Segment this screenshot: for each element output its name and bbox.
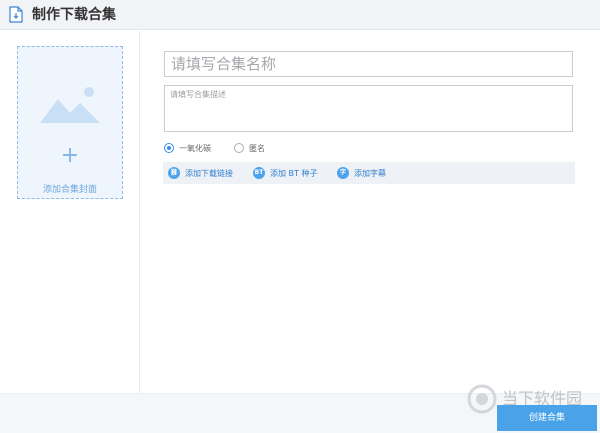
bt-icon: BT (253, 167, 265, 179)
image-placeholder-icon (40, 87, 100, 123)
create-collection-button[interactable]: 创建合集 (497, 405, 597, 431)
tool-label: 添加字幕 (354, 168, 386, 178)
collection-name-input[interactable] (164, 51, 573, 77)
radio-label: 一氧化碳 (179, 143, 211, 153)
radio-label: 匿名 (249, 143, 265, 153)
radio-unchecked-icon[interactable] (234, 143, 244, 153)
add-cover-label: 添加合集封面 (42, 185, 97, 195)
radio-option-named[interactable]: 一氧化碳 (164, 142, 211, 154)
radio-checked-icon[interactable] (164, 143, 174, 153)
tool-label: 添加下载链接 (185, 168, 233, 178)
plus-icon: + (60, 143, 80, 168)
link-icon: ⛓ (168, 167, 180, 179)
title-bar: 制作下载合集 (0, 0, 600, 30)
add-content-toolbar: ⛓ 添加下载链接 BT 添加 BT 种子 字 添加字幕 (163, 162, 575, 184)
add-cover-button[interactable]: + 添加合集封面 (17, 46, 123, 199)
page-title: 制作下载合集 (32, 7, 116, 23)
add-subtitle-button[interactable]: 字 添加字幕 (337, 167, 386, 179)
tool-label: 添加 BT 种子 (270, 168, 318, 178)
add-bt-torrent-button[interactable]: BT 添加 BT 种子 (253, 167, 317, 179)
add-download-link-button[interactable]: ⛓ 添加下载链接 (168, 167, 233, 179)
document-download-icon (9, 6, 23, 23)
subtitle-icon: 字 (337, 167, 349, 179)
cover-panel: + 添加合集封面 (0, 31, 140, 393)
watermark-logo-icon (467, 384, 497, 414)
collection-description-input[interactable] (164, 85, 573, 132)
radio-option-anonymous[interactable]: 匿名 (234, 142, 265, 154)
